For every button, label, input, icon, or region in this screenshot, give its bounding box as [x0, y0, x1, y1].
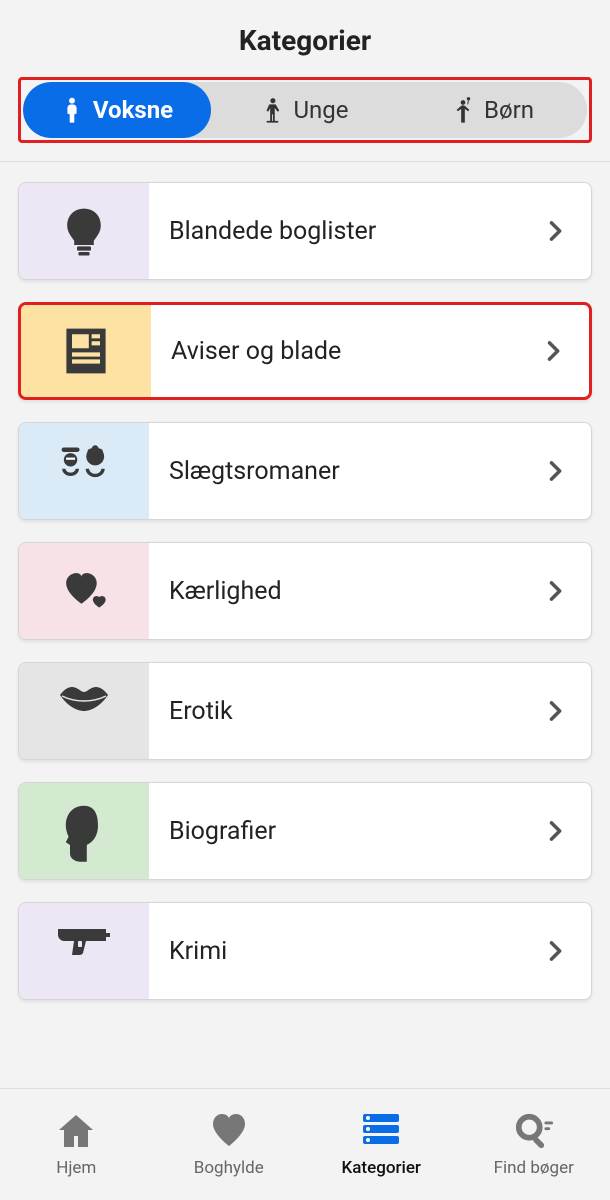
category-icon-box — [19, 783, 149, 879]
category-label: Erotik — [149, 697, 541, 726]
bottom-nav: Hjem Boghylde Kategorier Find bøger — [0, 1088, 610, 1200]
category-label: Aviser og blade — [151, 337, 539, 366]
chevron-right-icon — [541, 937, 569, 965]
heart-icon — [209, 1112, 249, 1150]
category-row[interactable]: Kærlighed — [18, 542, 592, 640]
nav-label: Find bøger — [494, 1158, 574, 1178]
chevron-right-icon — [541, 217, 569, 245]
newspaper-icon — [58, 323, 114, 379]
category-label: Blandede boglister — [149, 217, 541, 246]
tab-label: Unge — [293, 96, 348, 124]
category-icon-box — [19, 543, 149, 639]
lips-icon — [56, 683, 112, 739]
category-icon-box — [19, 423, 149, 519]
nav-boghylde[interactable]: Boghylde — [153, 1089, 306, 1200]
tab-label: Voksne — [93, 96, 173, 124]
category-row[interactable]: Erotik — [18, 662, 592, 760]
teen-icon — [261, 97, 283, 123]
audience-tabs-highlight: Voksne Unge Børn — [18, 77, 592, 143]
category-icon-box — [19, 663, 149, 759]
category-row[interactable]: Blandede boglister — [18, 182, 592, 280]
tab-label: Børn — [484, 96, 534, 124]
hearts-icon — [56, 563, 112, 619]
chevron-right-icon — [541, 817, 569, 845]
nav-kategorier[interactable]: Kategorier — [305, 1089, 458, 1200]
category-label: Slægtsromaner — [149, 457, 541, 486]
nav-label: Hjem — [56, 1158, 96, 1178]
gun-icon — [56, 923, 112, 979]
tab-voksne[interactable]: Voksne — [23, 82, 211, 138]
category-label: Kærlighed — [149, 577, 541, 606]
category-label: Biografier — [149, 817, 541, 846]
chevron-right-icon — [541, 457, 569, 485]
page-header: Kategorier — [0, 0, 610, 77]
category-row[interactable]: Krimi — [18, 902, 592, 1000]
nav-hjem[interactable]: Hjem — [0, 1089, 153, 1200]
ancestors-icon — [56, 443, 112, 499]
list-icon — [361, 1112, 401, 1150]
category-icon-box — [19, 903, 149, 999]
category-list: Blandede boglister Aviser og blade Slægtsr… — [0, 162, 610, 1000]
adult-icon — [61, 97, 83, 123]
home-icon — [56, 1112, 96, 1150]
tab-unge[interactable]: Unge — [211, 82, 399, 138]
tab-børn[interactable]: Børn — [399, 82, 587, 138]
search-icon — [514, 1112, 554, 1150]
audience-tabs: Voksne Unge Børn — [23, 82, 587, 138]
category-icon-box — [21, 305, 151, 397]
page-title: Kategorier — [0, 24, 610, 57]
category-row[interactable]: Biografier — [18, 782, 592, 880]
chevron-right-icon — [541, 577, 569, 605]
category-row[interactable]: Aviser og blade — [18, 302, 592, 400]
nav-label: Boghylde — [194, 1158, 264, 1178]
nav-find-bøger[interactable]: Find bøger — [458, 1089, 610, 1200]
profile-icon — [56, 803, 112, 859]
chevron-right-icon — [539, 337, 567, 365]
category-label: Krimi — [149, 937, 541, 966]
child-icon — [452, 97, 474, 123]
bulb-icon — [56, 203, 112, 259]
category-icon-box — [19, 183, 149, 279]
chevron-right-icon — [541, 697, 569, 725]
category-row[interactable]: Slægtsromaner — [18, 422, 592, 520]
nav-label: Kategorier — [342, 1158, 421, 1178]
